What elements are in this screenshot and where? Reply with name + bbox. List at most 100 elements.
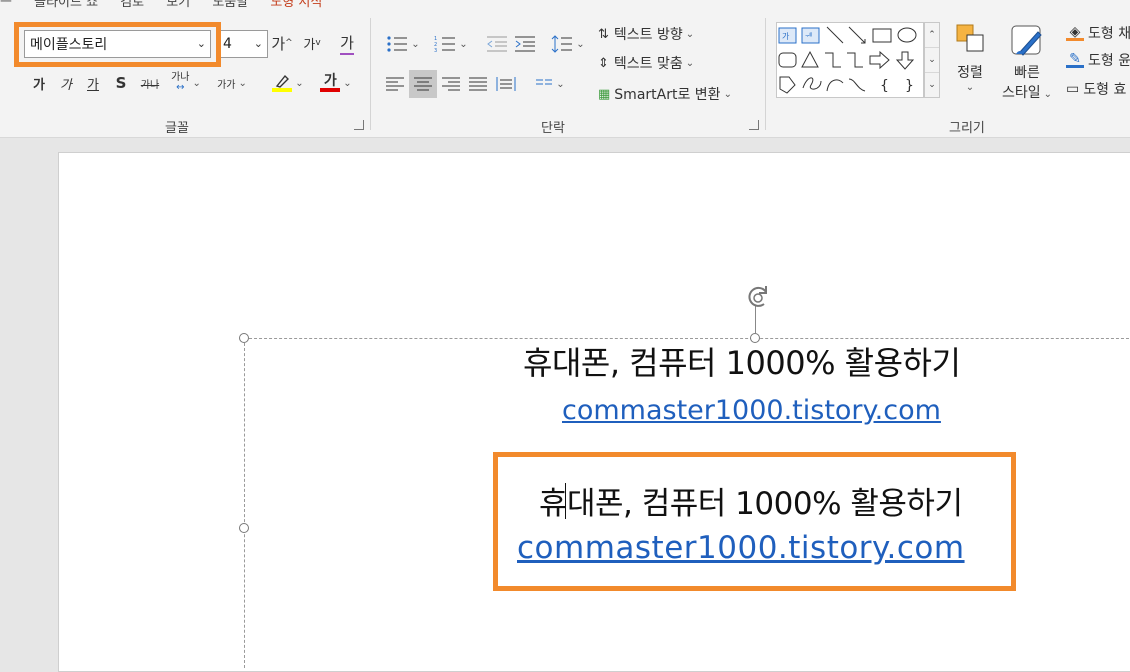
tab-item[interactable]: ㅡ — [0, 0, 12, 10]
chevron-down-icon: ⌄ — [965, 82, 975, 93]
align-center-icon — [414, 77, 432, 91]
bold-button[interactable]: 가 — [28, 72, 50, 94]
justify-icon — [469, 77, 487, 91]
tab-slideshow[interactable]: 슬라이드 쇼 — [34, 0, 98, 10]
highlight-color-button[interactable]: ⌄ — [266, 70, 310, 96]
chevron-down-icon: ⌄ — [723, 88, 732, 100]
chevron-down-icon: ⌄ — [459, 38, 468, 50]
increase-indent-button[interactable] — [512, 32, 538, 56]
change-case-icon: 가가 — [217, 79, 236, 91]
shape-outline-button[interactable]: ✎ 도형 윤 — [1066, 49, 1130, 71]
chevron-down-icon[interactable]: ⌄ — [254, 37, 263, 50]
increase-indent-icon — [515, 36, 535, 52]
paint-bucket-icon: ◈ — [1066, 25, 1084, 41]
chevron-down-icon: ⌄ — [238, 77, 247, 89]
tab-help[interactable]: 도움말 — [212, 0, 248, 10]
shape-effects-icon: ▭ — [1066, 81, 1080, 97]
slide-title-line-styled[interactable]: 휴대폰, 컴퓨터 1000% 활용하기 — [539, 478, 963, 523]
chevron-down-icon: ⌄ — [576, 38, 585, 50]
justify-button[interactable] — [465, 70, 491, 98]
shrink-font-label: 가 — [303, 37, 316, 53]
svg-text:ᆌ: ᆌ — [805, 32, 812, 41]
align-right-button[interactable] — [438, 70, 464, 98]
shadow-button[interactable]: S — [110, 72, 132, 94]
font-group-label: 글꼴 — [165, 121, 189, 136]
change-case-button[interactable]: 가가 ⌄ — [212, 72, 252, 94]
quick-styles-button[interactable]: 빠른 스타일 ⌄ — [996, 22, 1058, 102]
align-center-button[interactable] — [409, 70, 437, 98]
bullets-button[interactable]: ⌄ — [382, 32, 424, 56]
line-spacing-button[interactable]: ⌄ — [548, 32, 588, 56]
slide-title-line[interactable]: 휴대폰, 컴퓨터 1000% 활용하기 — [523, 338, 961, 384]
numbering-icon: 123 — [434, 36, 456, 53]
bold-icon: 가 — [33, 77, 45, 93]
font-dialog-launcher-icon[interactable] — [354, 120, 364, 130]
resize-handle-top-left[interactable] — [239, 333, 249, 343]
font-size-combobox[interactable]: 4 ⌄ — [218, 30, 268, 58]
align-text-button[interactable]: ⇕ 텍스트 맞춤 ⌄ — [598, 51, 738, 75]
distributed-button[interactable] — [493, 70, 519, 98]
shape-fill-button[interactable]: ◈ 도형 채 — [1066, 22, 1130, 44]
align-text-label: 텍스트 맞춤 — [613, 56, 683, 72]
distributed-icon — [496, 77, 516, 91]
shadow-icon: S — [115, 74, 127, 92]
bullets-icon — [387, 36, 408, 52]
numbering-button[interactable]: 1 2 3 ⌄ — [430, 32, 472, 56]
smartart-label: SmartArt로 변환 — [614, 87, 721, 103]
shape-effects-button[interactable]: ▭ 도형 효 — [1066, 78, 1130, 100]
arrange-label: 정렬 — [957, 65, 983, 81]
tab-review[interactable]: 검토 — [120, 0, 144, 10]
chevron-down-icon[interactable]: ⌄ — [197, 37, 206, 50]
rotate-handle-icon[interactable] — [742, 282, 774, 314]
group-separator — [765, 18, 766, 130]
gallery-more-icon[interactable]: ⌄ — [925, 73, 939, 97]
font-color-button[interactable]: 가 ⌄ — [314, 70, 358, 96]
quick-styles-label-1: 빠른 — [1014, 65, 1040, 81]
shape-outline-label: 도형 윤 — [1088, 53, 1130, 69]
ribbon: ㅡ 슬라이드 쇼 검토 보기 도움말 도형 서식 메이플스토리 ⌄ 4 ⌄ 가 ^… — [0, 0, 1130, 138]
scroll-down-icon[interactable]: ⌄ — [925, 48, 939, 73]
resize-handle-left[interactable] — [239, 523, 249, 533]
chevron-down-icon: ⌄ — [556, 78, 565, 90]
align-left-button[interactable] — [382, 70, 408, 98]
ribbon-tabs: ㅡ 슬라이드 쇼 검토 보기 도움말 도형 서식 — [0, 0, 340, 10]
paragraph-dialog-launcher-icon[interactable] — [749, 120, 759, 130]
char-spacing-button[interactable]: 가나 ↔ ⌄ — [166, 70, 206, 96]
clear-formatting-button[interactable]: 가 — [334, 30, 360, 56]
scroll-up-icon[interactable]: ⌃ — [925, 23, 939, 48]
columns-button[interactable]: ⌄ — [530, 72, 570, 96]
font-family-value: 메이플스토리 — [30, 37, 108, 53]
decrease-indent-button[interactable] — [484, 32, 510, 56]
columns-icon — [536, 79, 553, 85]
italic-button[interactable]: 가 — [55, 72, 77, 94]
text-cursor — [565, 483, 566, 519]
drawing-group-label: 그리기 — [949, 121, 985, 136]
tab-shape-format[interactable]: 도형 서식 — [270, 0, 322, 10]
grow-font-label: 가 — [271, 34, 286, 53]
shapes-gallery[interactable]: 가 ᆌ { } — [776, 22, 924, 98]
decrease-indent-icon — [487, 36, 507, 52]
slide-link-line[interactable]: commaster1000.tistory.com — [562, 395, 941, 426]
chevron-down-icon: ⌄ — [295, 77, 304, 89]
clear-formatting-icon: 가 — [340, 32, 354, 55]
slide-link-line-styled[interactable]: commaster1000.tistory.com — [517, 530, 965, 566]
smartart-icon: ▦ — [598, 86, 611, 102]
shapes-gallery-scroll[interactable]: ⌃ ⌄ ⌄ — [924, 22, 940, 98]
shrink-font-button[interactable]: 가v — [300, 30, 324, 56]
text-direction-button[interactable]: ⇅ 텍스트 방향 ⌄ — [598, 22, 738, 46]
convert-to-smartart-button[interactable]: ▦ SmartArt로 변환 ⌄ — [598, 82, 758, 106]
svg-text:}: } — [905, 78, 914, 94]
arrange-icon — [956, 24, 984, 52]
text-direction-icon: ⇅ — [598, 26, 609, 42]
shapes-gallery-icons: 가 ᆌ { } — [778, 26, 917, 94]
pen-icon: ✎ — [1066, 52, 1084, 68]
shape-effects-label: 도형 효 — [1083, 82, 1127, 98]
tab-view[interactable]: 보기 — [166, 0, 190, 10]
grow-font-button[interactable]: 가 ^ — [270, 30, 294, 56]
font-family-combobox[interactable]: 메이플스토리 ⌄ — [24, 30, 211, 58]
arrange-button[interactable]: 정렬 ⌄ — [948, 22, 992, 102]
shape-fill-label: 도형 채 — [1088, 26, 1130, 42]
underline-button[interactable]: 가 — [82, 72, 104, 94]
font-color-icon: 가 — [320, 74, 341, 92]
strikethrough-button[interactable]: 가나 — [137, 72, 163, 94]
